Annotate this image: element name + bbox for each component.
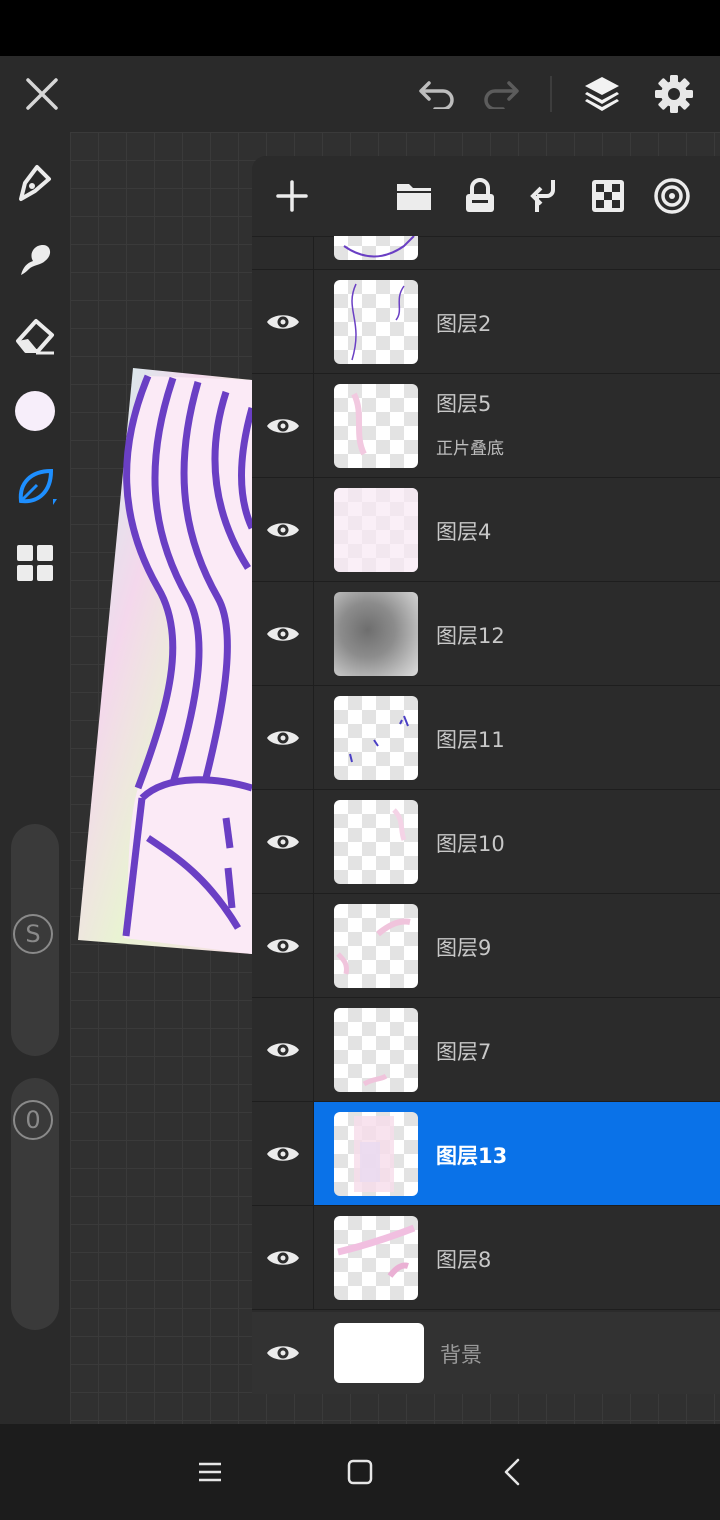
eye-icon	[266, 626, 299, 641]
background-layer-row[interactable]: 背景	[252, 1312, 720, 1394]
eraser-icon[interactable]	[10, 310, 60, 360]
lock-icon[interactable]	[458, 174, 502, 218]
tool-sidebar: S 0	[0, 132, 70, 1424]
layer-row[interactable]: 图层5 正片叠底	[252, 374, 720, 478]
layer-thumbnail	[334, 592, 418, 676]
eye-icon	[266, 834, 299, 849]
layer-name: 图层4	[436, 520, 492, 544]
menu-icon[interactable]	[190, 1452, 230, 1492]
opacity-knob[interactable]: 0	[13, 1100, 53, 1140]
layer-row[interactable]: 图层7	[252, 998, 720, 1102]
layer-thumbnail	[334, 384, 418, 468]
pen-tool-icon[interactable]	[10, 158, 60, 208]
add-icon[interactable]	[270, 174, 314, 218]
layers-toolbar	[252, 156, 720, 237]
eye-icon	[266, 1250, 299, 1265]
settings-icon[interactable]	[650, 70, 698, 118]
layer-row-partial[interactable]	[252, 236, 720, 270]
layer-thumbnail	[334, 904, 418, 988]
visibility-toggle[interactable]	[252, 998, 314, 1101]
undo-icon[interactable]	[414, 72, 460, 116]
visibility-toggle[interactable]	[252, 582, 314, 685]
merge-down-icon[interactable]	[522, 174, 566, 218]
visibility-toggle[interactable]	[252, 894, 314, 997]
status-bar	[0, 0, 720, 56]
toolbar-divider	[550, 76, 552, 112]
layer-name: 图层8	[436, 1248, 492, 1272]
blend-mode: 正片叠底	[436, 439, 504, 459]
layer-thumbnail	[334, 696, 418, 780]
background-layer-name: 背景	[440, 1343, 482, 1367]
layer-row[interactable]: 图层9	[252, 894, 720, 998]
visibility-toggle[interactable]	[252, 790, 314, 893]
eye-icon	[266, 1146, 299, 1161]
close-icon[interactable]	[20, 72, 64, 116]
checkerboard-icon[interactable]	[586, 174, 630, 218]
brush-size-knob[interactable]: S	[13, 914, 53, 954]
layer-row[interactable]: 图层11	[252, 686, 720, 790]
layer-name: 图层10	[436, 832, 505, 856]
eye-icon	[267, 1346, 299, 1360]
layer-row[interactable]: 图层8	[252, 1206, 720, 1310]
eye-icon	[266, 418, 299, 433]
artwork-canvas[interactable]	[78, 368, 252, 954]
layer-thumbnail	[334, 236, 418, 260]
visibility-toggle[interactable]	[252, 1102, 314, 1205]
layer-name: 图层11	[436, 728, 505, 752]
layer-row-selected[interactable]: 图层13	[252, 1102, 720, 1206]
background-thumbnail	[334, 1323, 424, 1383]
top-toolbar	[0, 56, 720, 132]
visibility-toggle[interactable]	[252, 1312, 314, 1394]
system-nav-bar	[0, 1424, 720, 1520]
layer-name: 图层13	[436, 1144, 508, 1168]
visibility-toggle[interactable]	[252, 1206, 314, 1309]
visibility-toggle[interactable]	[252, 270, 314, 373]
back-icon[interactable]	[492, 1452, 532, 1492]
visibility-toggle[interactable]	[252, 236, 314, 269]
folder-icon[interactable]	[392, 174, 436, 218]
layer-name: 图层5	[436, 392, 492, 416]
smudge-icon[interactable]	[10, 234, 60, 284]
home-icon[interactable]	[340, 1452, 380, 1492]
layer-row[interactable]: 图层12	[252, 582, 720, 686]
layer-thumbnail	[334, 1216, 418, 1300]
layer-thumbnail	[334, 800, 418, 884]
layer-name: 图层9	[436, 936, 492, 960]
layers-icon[interactable]	[578, 70, 626, 118]
layer-name: 图层7	[436, 1040, 492, 1064]
eye-icon	[266, 730, 299, 745]
layer-name: 图层12	[436, 624, 505, 648]
target-icon[interactable]	[650, 174, 694, 218]
layer-thumbnail	[334, 1008, 418, 1092]
layer-thumbnail	[334, 1112, 418, 1196]
visibility-toggle[interactable]	[252, 478, 314, 581]
redo-icon[interactable]	[478, 72, 524, 116]
brush-leaf-icon[interactable]	[10, 462, 60, 512]
layer-thumbnail	[334, 488, 418, 572]
grid-icon[interactable]	[10, 538, 60, 588]
visibility-toggle[interactable]	[252, 686, 314, 789]
eye-icon	[266, 938, 299, 953]
layer-list[interactable]: 图层2 图层5 正片叠底 图层4 图层12 图层11 图层10 图层9 图层7 …	[252, 236, 720, 1394]
layers-panel: 图层2 图层5 正片叠底 图层4 图层12 图层11 图层10 图层9 图层7 …	[252, 156, 720, 1394]
layer-row[interactable]: 图层4	[252, 478, 720, 582]
layer-row[interactable]: 图层2	[252, 270, 720, 374]
visibility-toggle[interactable]	[252, 374, 314, 477]
current-color-swatch[interactable]	[15, 391, 55, 431]
eye-icon	[266, 522, 299, 537]
color-swatch[interactable]	[10, 386, 60, 436]
eye-icon	[266, 314, 299, 329]
layer-name: 图层2	[436, 312, 492, 336]
eye-icon	[266, 1042, 299, 1057]
layer-row[interactable]: 图层10	[252, 790, 720, 894]
layer-thumbnail	[334, 280, 418, 364]
